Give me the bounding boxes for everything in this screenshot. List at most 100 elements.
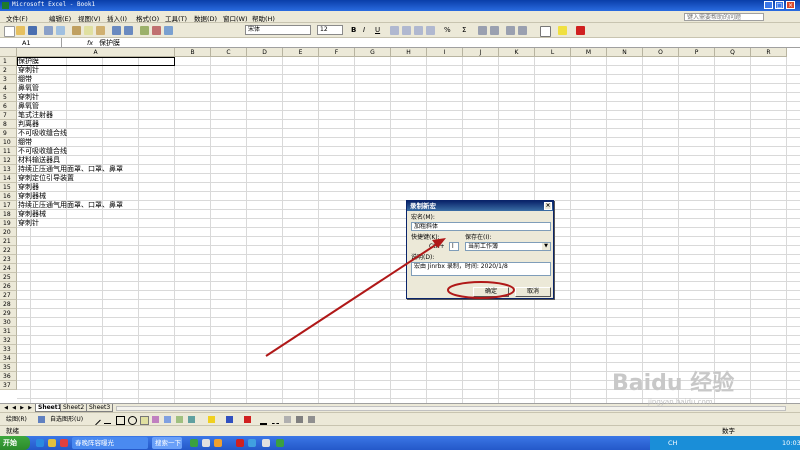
column-header[interactable]: E [283,48,319,57]
row-header[interactable]: 13 [0,165,17,174]
row-header[interactable]: 31 [0,327,17,336]
row-header[interactable]: 34 [0,354,17,363]
save-icon[interactable] [28,26,37,35]
column-header[interactable]: L [535,48,571,57]
underline-button[interactable]: U [375,25,380,35]
description-input[interactable]: 宏由 Jinrbx 录制，时间: 2020/1/8 [411,262,551,276]
fill-color-draw-icon[interactable] [208,416,215,423]
menu-insert[interactable]: 插入(I) [107,13,127,23]
row-header[interactable]: 3 [0,75,17,84]
row-header[interactable]: 19 [0,219,17,228]
italic-button[interactable]: I [363,25,365,35]
percent-button[interactable]: % [444,25,451,35]
clipart-icon[interactable] [176,416,183,423]
menu-tools[interactable]: 工具(T) [165,13,187,23]
merge-center-icon[interactable] [426,26,435,35]
align-left-icon[interactable] [390,26,399,35]
row-header[interactable]: 10 [0,138,17,147]
arrow-icon[interactable] [104,416,111,424]
cell-a[interactable]: 穿刺器 [17,183,175,192]
chart-icon[interactable] [140,26,149,35]
ok-button[interactable]: 确定 [473,287,509,297]
select-all-corner[interactable] [0,48,17,57]
start-button[interactable]: 开始 [0,436,30,450]
arrow-style-icon[interactable] [284,416,291,423]
row-header[interactable]: 9 [0,129,17,138]
cell-a[interactable]: 鼻氧管 [17,84,175,93]
print-icon[interactable] [44,26,53,35]
cancel-button[interactable]: 取消 [515,287,551,297]
rectangle-icon[interactable] [116,416,125,425]
cell-a[interactable]: 材料输送器具 [17,156,175,165]
prev-sheet-icon[interactable]: ◀ [11,405,17,411]
row-header[interactable]: 27 [0,291,17,300]
app-icon-2[interactable] [202,439,210,447]
formula-input[interactable]: 保护膜 [99,38,120,48]
close-button[interactable]: × [786,1,795,9]
row-header[interactable]: 20 [0,228,17,237]
row-header[interactable]: 11 [0,147,17,156]
row-header[interactable]: 24 [0,264,17,273]
menu-file[interactable]: 文件(F) [6,13,28,23]
sheet-tab-2[interactable]: Sheet2 [60,404,88,412]
row-header[interactable]: 29 [0,309,17,318]
row-header[interactable]: 4 [0,84,17,93]
row-header[interactable]: 18 [0,210,17,219]
app-icon-4[interactable] [236,439,244,447]
diagram-icon[interactable] [164,416,171,423]
draw-menu-button[interactable]: 绘图(R) [6,415,27,424]
borders-icon[interactable] [540,26,551,37]
picture-icon[interactable] [188,416,195,423]
row-header[interactable]: 17 [0,201,17,210]
preview-icon[interactable] [56,26,65,35]
column-header[interactable]: D [247,48,283,57]
drawing-icon[interactable] [152,26,161,35]
increase-indent-icon[interactable] [518,26,527,35]
oval-icon[interactable] [128,416,137,425]
cell-a[interactable]: 鼻氧管 [17,102,175,111]
cell-a[interactable]: 持续正压通气用面罩、口罩、鼻罩 [17,201,175,210]
row-header[interactable]: 8 [0,120,17,129]
app-icon-7[interactable] [276,439,284,447]
line-icon[interactable] [90,414,101,426]
undo-icon[interactable] [112,26,121,35]
taskbar-search-button[interactable]: 搜索一下 [152,437,182,449]
row-header[interactable]: 7 [0,111,17,120]
cell-a[interactable]: 绷带 [17,138,175,147]
input-language[interactable]: CH [668,436,677,450]
cell-a[interactable]: 笔式注射器 [17,111,175,120]
cell-a[interactable]: 穿刺针 [17,66,175,75]
font-color-icon[interactable] [576,26,585,35]
row-header[interactable]: 21 [0,237,17,246]
redo-icon[interactable] [124,26,133,35]
menu-edit[interactable]: 编辑(E) [49,13,71,23]
column-header[interactable]: G [355,48,391,57]
menu-help[interactable]: 帮助(H) [252,13,275,23]
row-header[interactable]: 32 [0,336,17,345]
column-header[interactable]: O [643,48,679,57]
row-header[interactable]: 22 [0,246,17,255]
fill-color-icon[interactable] [558,26,567,35]
wordart-icon[interactable] [152,416,159,423]
cell-a[interactable]: 穿刺器械 [17,192,175,201]
decrease-indent-icon[interactable] [506,26,515,35]
cell-a[interactable]: 穿刺定位引导装置 [17,174,175,183]
first-sheet-icon[interactable]: ◀ [3,405,9,411]
align-right-icon[interactable] [414,26,423,35]
column-header[interactable]: A [17,48,175,57]
next-sheet-icon[interactable]: ▶ [19,405,25,411]
3d-style-icon[interactable] [308,416,315,423]
row-header[interactable]: 2 [0,66,17,75]
row-header[interactable]: 16 [0,192,17,201]
column-header[interactable]: C [211,48,247,57]
macro-name-input[interactable]: 加粗斜体 [411,222,551,231]
cell-a[interactable]: 穿刺针 [17,219,175,228]
select-objects-icon[interactable] [38,416,45,423]
column-header[interactable]: R [751,48,787,57]
media-icon[interactable] [60,439,68,447]
excel-taskbar-icon[interactable] [190,439,198,447]
cell-a[interactable]: 绷带 [17,75,175,84]
align-center-icon[interactable] [402,26,411,35]
cell-a[interactable]: 穿刺器械 [17,210,175,219]
menu-format[interactable]: 格式(O) [136,13,159,23]
